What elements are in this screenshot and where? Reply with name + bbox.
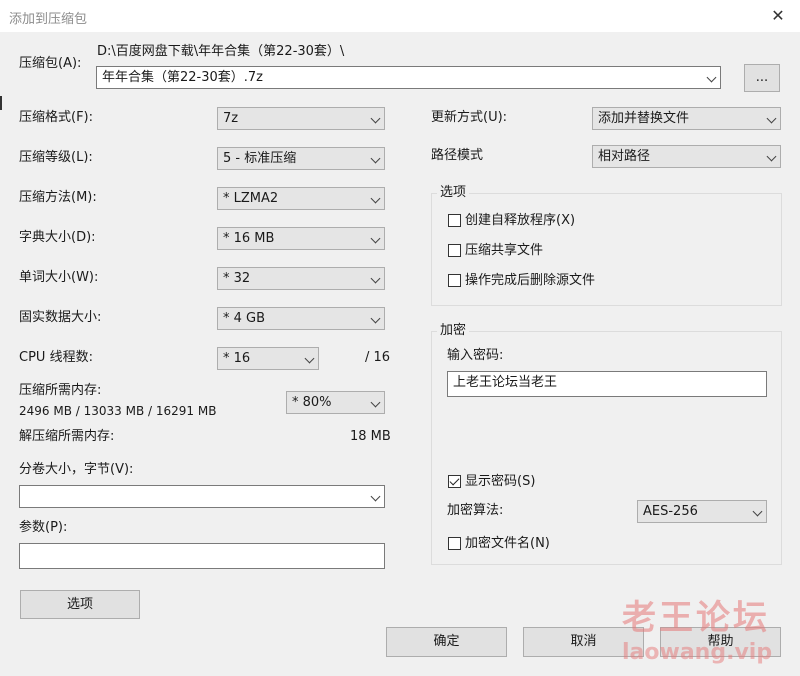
word-select[interactable]: * 32	[217, 267, 385, 290]
path-mode-select[interactable]: 相对路径	[592, 145, 781, 168]
level-value: 5 - 标准压缩	[223, 151, 297, 166]
archive-name-value: 年年合集（第22-30套）.7z	[102, 70, 264, 85]
sfx-label[interactable]: 创建自释放程序(X)	[465, 213, 575, 229]
options-button[interactable]: 选项	[20, 590, 140, 619]
show-password-label[interactable]: 显示密码(S)	[465, 474, 535, 490]
password-input[interactable]: 上老王论坛当老王	[447, 371, 767, 397]
chevron-down-icon	[370, 397, 381, 408]
encrypt-group	[431, 331, 782, 565]
update-label: 更新方式(U):	[431, 110, 508, 125]
update-select[interactable]: 添加并替换文件	[592, 107, 781, 130]
path-mode-value: 相对路径	[598, 149, 651, 164]
sfx-checkbox[interactable]	[448, 214, 461, 227]
chevron-down-icon	[766, 113, 777, 124]
params-label: 参数(P):	[19, 520, 68, 535]
watermark-text: 老王论坛	[622, 598, 770, 638]
threads-select[interactable]: * 16	[217, 347, 319, 370]
mem-values: 2496 MB / 13033 MB / 16291 MB	[19, 404, 217, 418]
volume-label: 分卷大小，字节(V):	[19, 462, 134, 477]
encrypt-names-label[interactable]: 加密文件名(N)	[465, 536, 550, 552]
delete-checkbox[interactable]	[448, 274, 461, 287]
algo-label: 加密算法:	[447, 503, 504, 518]
method-select[interactable]: * LZMA2	[217, 187, 385, 210]
encrypt-group-title: 加密	[437, 323, 470, 339]
chevron-down-icon	[766, 151, 777, 162]
browse-button[interactable]: ...	[744, 64, 780, 92]
window-edge	[0, 96, 2, 110]
method-label: 压缩方法(M):	[19, 190, 97, 205]
shared-checkbox[interactable]	[448, 244, 461, 257]
show-password-checkbox[interactable]	[448, 475, 461, 488]
chevron-down-icon	[370, 273, 381, 284]
solid-select[interactable]: * 4 GB	[217, 307, 385, 330]
close-icon[interactable]: ✕	[766, 4, 790, 28]
chevron-down-icon	[370, 491, 381, 502]
word-label: 单词大小(W):	[19, 270, 99, 285]
decomp-value: 18 MB	[350, 429, 391, 444]
format-label: 压缩格式(F):	[19, 110, 94, 125]
word-value: * 32	[223, 271, 251, 286]
archive-name-combo[interactable]: 年年合集（第22-30套）.7z	[96, 66, 721, 89]
archive-label: 压缩包(A):	[19, 56, 82, 71]
chevron-down-icon	[370, 313, 381, 324]
mem-percent-value: * 80%	[292, 395, 332, 410]
chevron-down-icon	[370, 233, 381, 244]
solid-label: 固实数据大小:	[19, 310, 102, 325]
ok-button[interactable]: 确定	[386, 627, 507, 657]
encrypt-names-checkbox[interactable]	[448, 537, 461, 550]
title-bar	[0, 0, 800, 32]
chevron-down-icon	[304, 353, 315, 364]
shared-label[interactable]: 压缩共享文件	[465, 243, 543, 259]
threads-value: * 16	[223, 351, 251, 366]
delete-label[interactable]: 操作完成后删除源文件	[465, 273, 595, 289]
mem-label: 压缩所需内存:	[19, 383, 102, 398]
chevron-down-icon	[370, 113, 381, 124]
level-select[interactable]: 5 - 标准压缩	[217, 147, 385, 170]
chevron-down-icon	[752, 506, 763, 517]
format-value: 7z	[223, 111, 239, 126]
archive-path: D:\百度网盘下载\年年合集（第22-30套）\	[97, 44, 345, 59]
volume-combo[interactable]	[19, 485, 385, 508]
options-group-title: 选项	[437, 185, 470, 201]
path-mode-label: 路径模式	[431, 148, 484, 163]
update-value: 添加并替换文件	[598, 111, 690, 126]
dict-value: * 16 MB	[223, 231, 275, 246]
format-select[interactable]: 7z	[217, 107, 385, 130]
threads-max: / 16	[365, 350, 391, 365]
decomp-label: 解压缩所需内存:	[19, 429, 115, 444]
dict-label: 字典大小(D):	[19, 230, 96, 245]
dict-select[interactable]: * 16 MB	[217, 227, 385, 250]
algo-select[interactable]: AES-256	[637, 500, 767, 523]
chevron-down-icon	[370, 193, 381, 204]
chevron-down-icon	[706, 72, 717, 83]
algo-value: AES-256	[643, 504, 698, 519]
watermark-url: laowang.vip	[622, 640, 773, 665]
threads-label: CPU 线程数:	[19, 350, 93, 365]
chevron-down-icon	[370, 153, 381, 164]
mem-percent-select[interactable]: * 80%	[286, 391, 385, 414]
solid-value: * 4 GB	[223, 311, 266, 326]
method-value: * LZMA2	[223, 191, 279, 206]
password-label: 输入密码:	[447, 348, 504, 363]
params-input[interactable]	[19, 543, 385, 569]
window-title: 添加到压缩包	[9, 12, 88, 27]
level-label: 压缩等级(L):	[19, 150, 93, 165]
